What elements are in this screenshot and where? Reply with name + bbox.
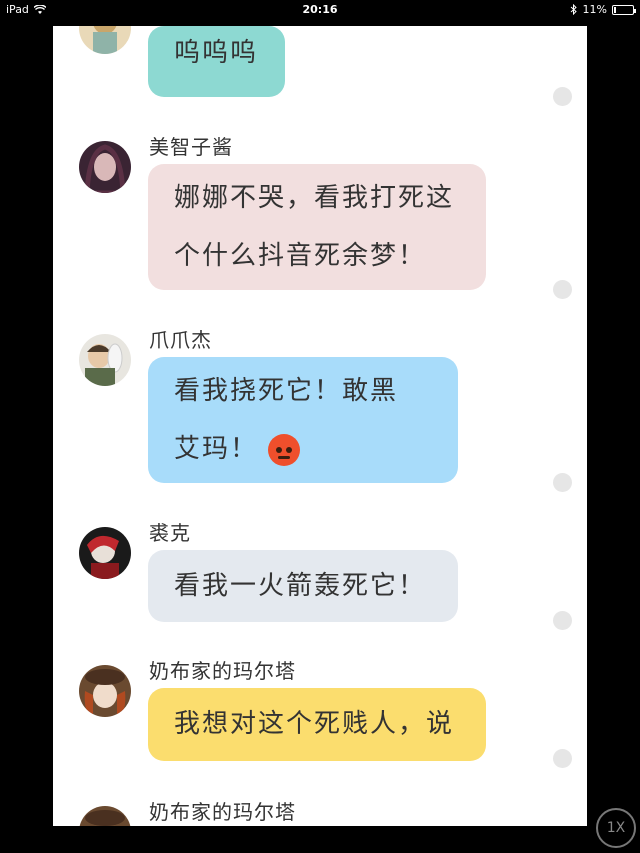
message-bubble[interactable]: 呜呜呜 xyxy=(148,26,285,97)
message-status-dot[interactable] xyxy=(553,749,572,768)
chat-panel[interactable]: 呜呜呜 美智子酱 娜娜不哭，看我打死这个什么抖音死余梦！ 爪爪杰 看我挠死它！敢… xyxy=(53,26,587,826)
avatar[interactable] xyxy=(79,527,131,579)
message-status-dot[interactable] xyxy=(553,87,572,106)
avatar[interactable] xyxy=(79,141,131,193)
message-bubble[interactable]: 娜娜不哭，看我打死这个什么抖音死余梦！ xyxy=(148,164,486,290)
message-text: 我想对这个死贱人，说 xyxy=(174,709,455,739)
sender-name: 奶布家的玛尔塔 xyxy=(149,659,296,683)
playback-speed-button[interactable]: 1X xyxy=(596,808,636,848)
avatar[interactable] xyxy=(79,26,131,54)
message-text: 呜呜呜 xyxy=(174,38,259,68)
message-bubble[interactable]: 我想对这个死贱人，说 xyxy=(148,688,486,761)
avatar[interactable] xyxy=(79,665,131,717)
status-bar: iPad 20:16 11% xyxy=(0,0,640,20)
avatar[interactable] xyxy=(79,334,131,386)
sender-name: 奶布家的玛尔塔 xyxy=(149,800,296,824)
message-text: 看我一火箭轰死它！ xyxy=(174,571,427,601)
battery-percent: 11% xyxy=(582,3,607,16)
sender-name: 爪爪杰 xyxy=(149,328,212,352)
message-bubble[interactable]: 看我挠死它！敢黑艾玛！ xyxy=(148,357,458,483)
status-time: 20:16 xyxy=(302,3,338,16)
message-bubble[interactable]: 看我一火箭轰死它！ xyxy=(148,550,458,622)
battery-icon xyxy=(612,4,636,15)
sender-name: 美智子酱 xyxy=(149,135,233,159)
avatar[interactable] xyxy=(79,806,131,826)
message-text: 娜娜不哭，看我打死这个什么抖音死余梦！ xyxy=(174,183,455,271)
sender-name: 裘克 xyxy=(149,521,191,545)
angry-face-icon xyxy=(268,433,301,466)
message-status-dot[interactable] xyxy=(553,473,572,492)
bluetooth-icon xyxy=(570,4,577,15)
message-status-dot[interactable] xyxy=(553,280,572,299)
message-status-dot[interactable] xyxy=(553,611,572,630)
